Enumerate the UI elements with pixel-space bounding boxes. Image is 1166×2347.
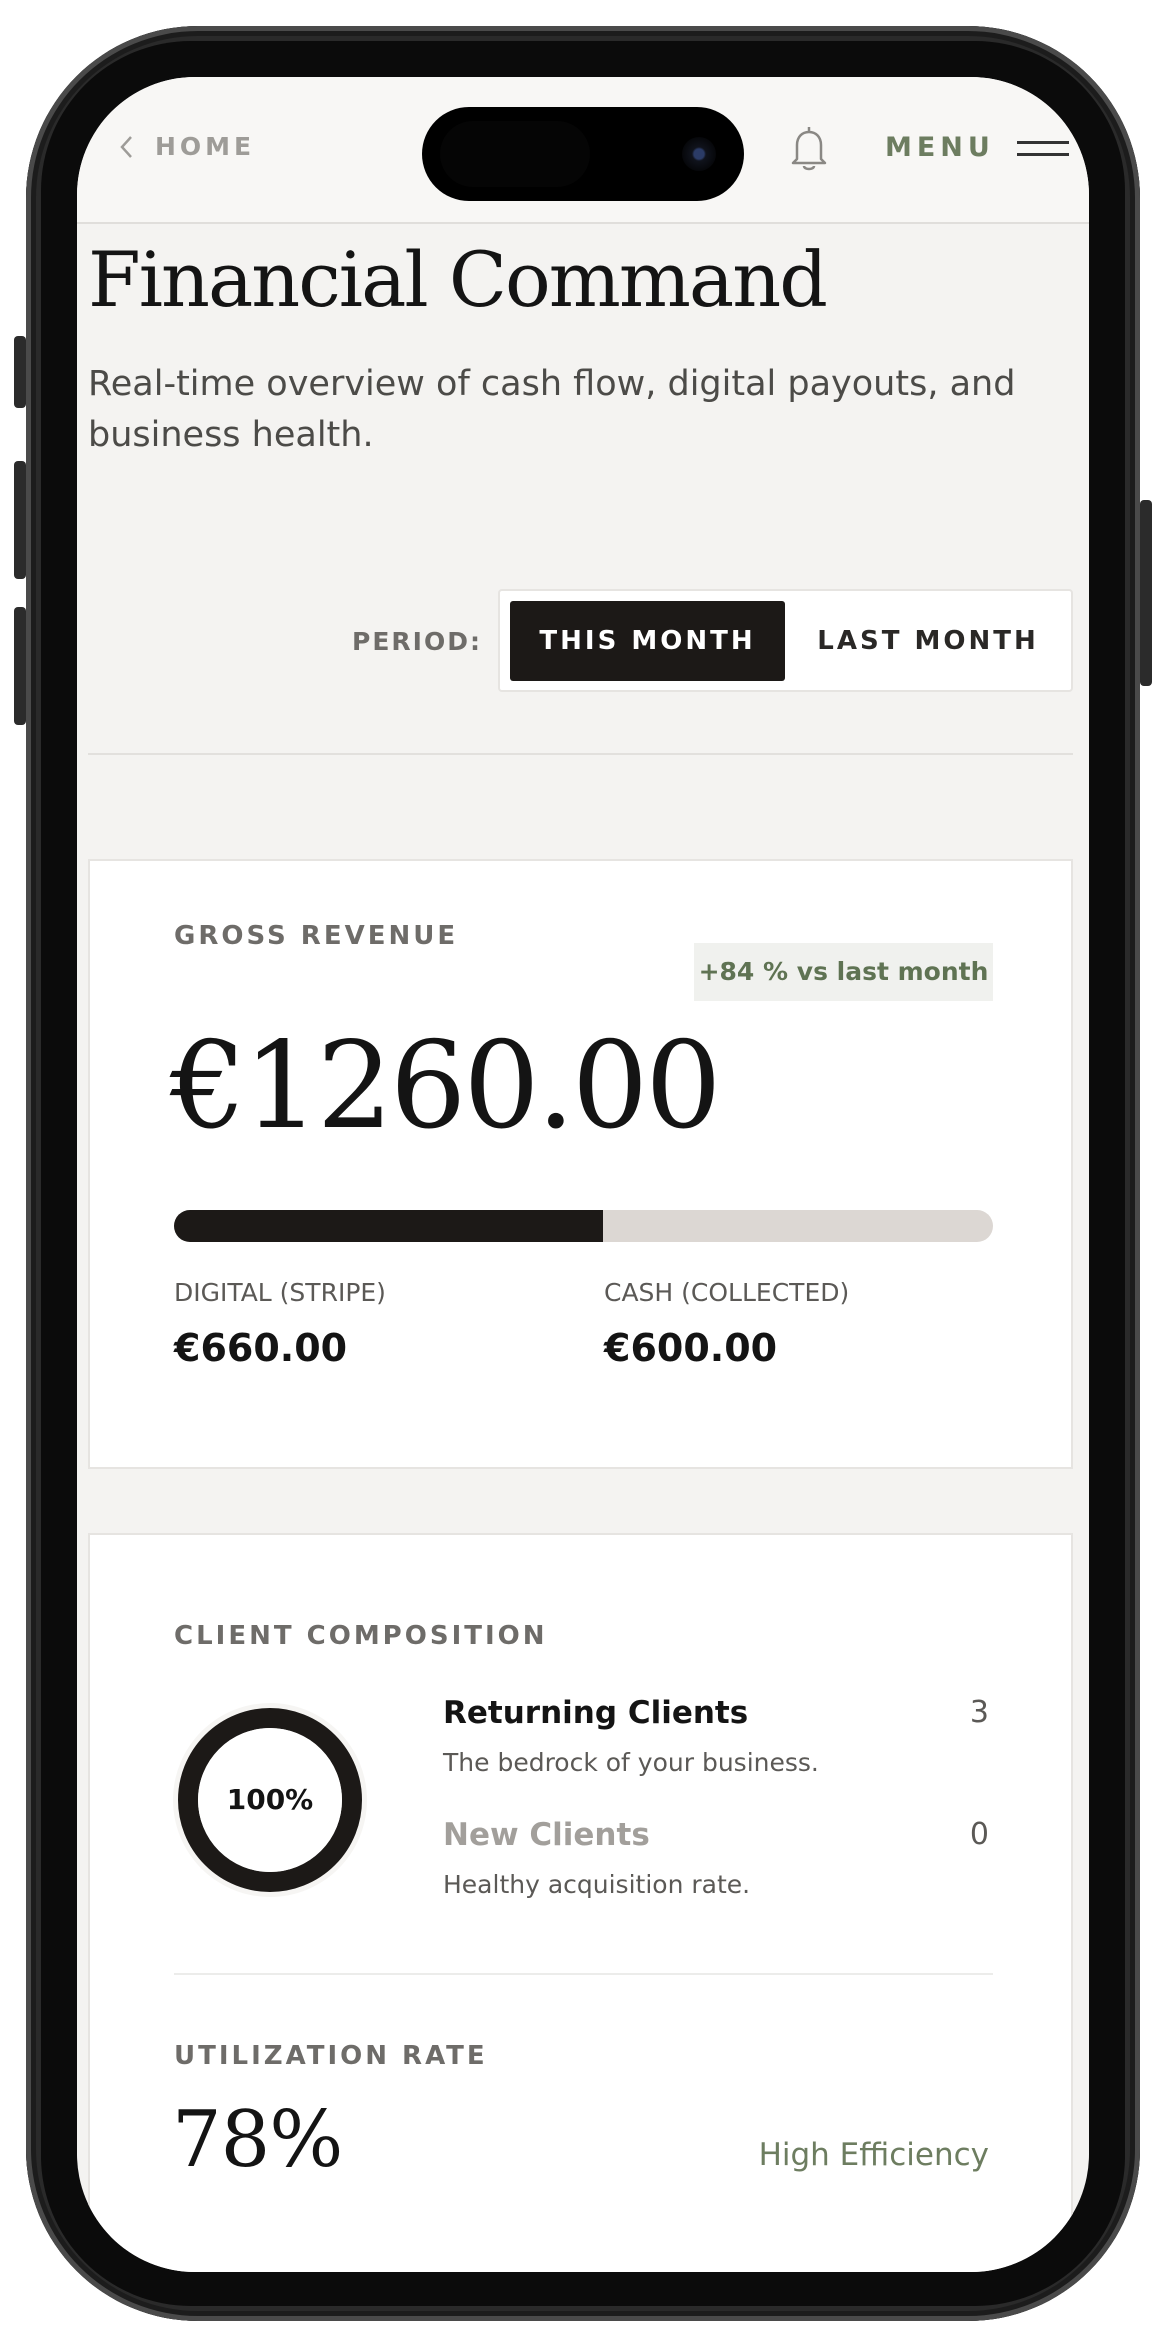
period-this-month-button[interactable]: THIS MONTH: [510, 601, 785, 681]
chevron-left-icon: [120, 135, 132, 158]
gross-revenue-label: GROSS REVENUE: [174, 921, 459, 951]
action-button: [14, 336, 26, 408]
client-composition-card: CLIENT COMPOSITION 100% Returning Client…: [88, 1533, 1073, 2272]
gross-revenue-card: GROSS REVENUE +84 % vs last month €1260.…: [88, 859, 1073, 1469]
utilization-value: 78%: [172, 2095, 343, 2185]
power-button: [1140, 500, 1152, 686]
menu-label: MENU: [885, 132, 995, 163]
page-subtitle: Real-time overview of cash flow, digital…: [88, 364, 1016, 455]
returning-percentage: 100%: [226, 1783, 314, 1816]
volume-down-button: [14, 607, 26, 725]
period-last-month-button[interactable]: LAST MONTH: [792, 601, 1064, 681]
revenue-delta-badge: +84 % vs last month: [694, 943, 993, 1001]
dynamic-island: [422, 107, 744, 201]
gross-revenue-amount: €1260.00: [170, 1017, 722, 1156]
utilization-label: UTILIZATION RATE: [174, 2041, 488, 2071]
section-divider: [88, 753, 1073, 755]
bell-icon[interactable]: [789, 125, 829, 173]
period-label: PERIOD:: [352, 627, 482, 656]
hamburger-icon: [1016, 138, 1069, 158]
volume-up-button: [14, 461, 26, 579]
camera-icon: [682, 137, 716, 171]
page-title: Financial Command: [88, 235, 828, 324]
digital-share-fill: [174, 1210, 604, 1242]
cash-value: €600.00: [604, 1326, 778, 1370]
revenue-split-bar: [174, 1210, 993, 1242]
utilization-status: High Efficiency: [758, 2137, 989, 2173]
screen: HOME MENU Financial Command Real-time ov…: [77, 77, 1089, 2272]
digital-value: €660.00: [174, 1326, 348, 1370]
returning-clients-desc: The bedrock of your business.: [443, 1748, 819, 1777]
period-selector: THIS MONTH LAST MONTH: [498, 589, 1073, 692]
returning-clients-count: 3: [969, 1695, 989, 1730]
card-divider: [174, 1973, 993, 1975]
cash-label: CASH (COLLECTED): [604, 1278, 850, 1307]
home-label: HOME: [155, 132, 256, 161]
new-clients-count: 0: [969, 1817, 989, 1852]
new-clients-desc: Healthy acquisition rate.: [443, 1870, 751, 1899]
new-clients-title: New Clients: [443, 1817, 650, 1853]
menu-button[interactable]: MENU: [885, 132, 1069, 163]
digital-label: DIGITAL (STRIPE): [174, 1278, 386, 1307]
face-id-sensor: [440, 121, 590, 187]
returning-clients-title: Returning Clients: [443, 1695, 749, 1731]
home-back-link[interactable]: HOME: [117, 132, 255, 161]
client-composition-label: CLIENT COMPOSITION: [174, 1621, 548, 1651]
